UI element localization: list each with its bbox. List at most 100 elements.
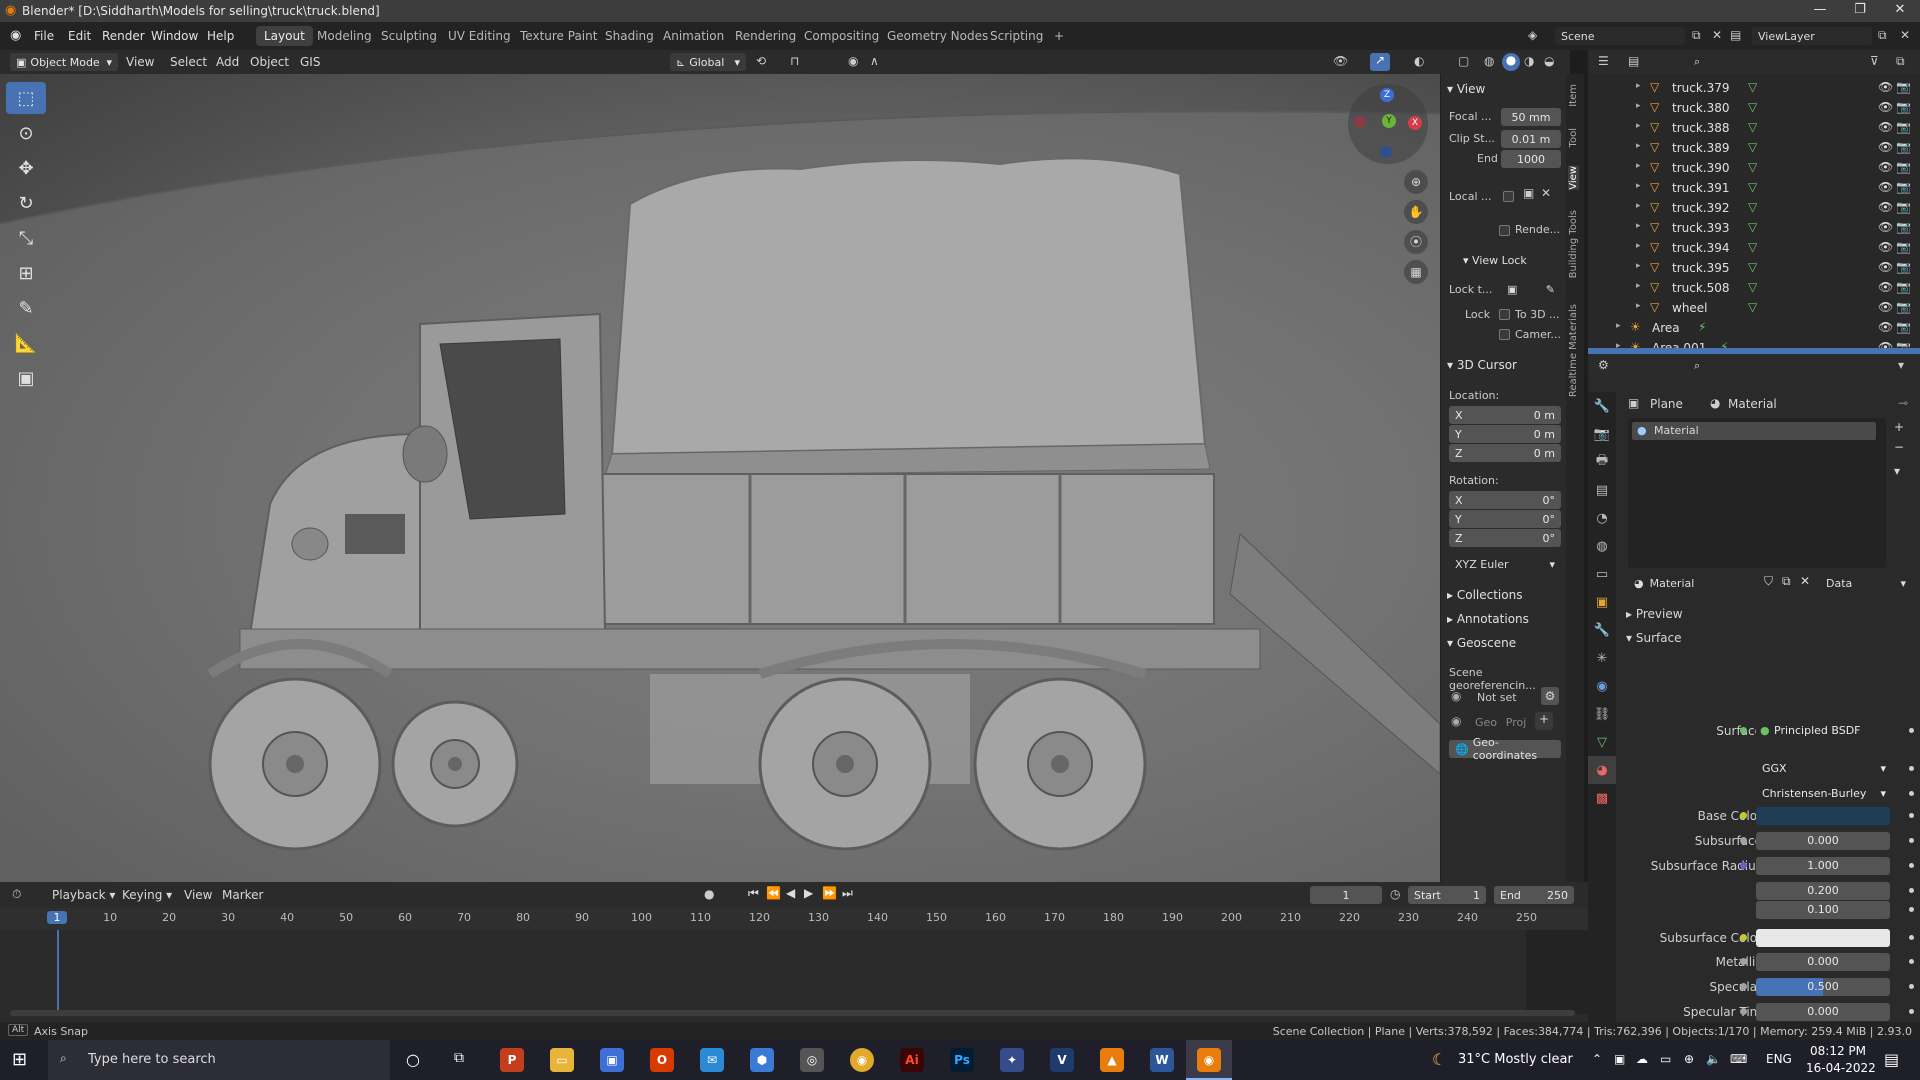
task-view-icon[interactable]: ⧉	[454, 1050, 464, 1066]
camera-render-icon[interactable]: 📷	[1896, 240, 1911, 254]
scale-tool-icon[interactable]: ⤡	[6, 222, 46, 254]
texture-properties-icon[interactable]: ▩	[1588, 784, 1616, 812]
blender-menu-icon[interactable]: ◉	[10, 28, 21, 43]
transform-tool-icon[interactable]: ⊞	[6, 257, 46, 289]
pin-icon[interactable]: ⊸	[1898, 396, 1908, 410]
taskbar-search-box[interactable]: ⌕ Type here to search	[48, 1040, 390, 1080]
pan-hand-icon[interactable]: ✋	[1404, 200, 1428, 224]
outliner-item[interactable]: ▸ ▽ truck.379 ▽ 👁 📷	[1588, 78, 1920, 98]
render-properties-icon[interactable]: 📷	[1588, 420, 1616, 448]
camera-render-icon[interactable]: 📷	[1896, 300, 1911, 314]
app-icon-4[interactable]: V	[1050, 1048, 1074, 1072]
view-layer-properties-icon[interactable]: ▤	[1588, 476, 1616, 504]
app-icon[interactable]: ⬢	[750, 1048, 774, 1072]
constraints-properties-icon[interactable]: ⛓	[1588, 700, 1616, 728]
eye-icon[interactable]: 👁	[1878, 280, 1893, 294]
clear-camera-icon[interactable]: ✕	[1541, 186, 1551, 200]
numeric-field[interactable]: 0.200	[1756, 882, 1890, 900]
keyframe-dot-icon[interactable]	[1909, 935, 1914, 940]
office-icon[interactable]: O	[650, 1048, 674, 1072]
z-axis-gizmo-icon[interactable]: Z	[1380, 88, 1394, 102]
eye-icon[interactable]: 👁	[1878, 120, 1893, 134]
menu-edit[interactable]: Edit	[68, 29, 91, 43]
tab-animation[interactable]: Animation	[655, 26, 732, 46]
illustrator-icon[interactable]: Ai	[900, 1048, 924, 1072]
eye-icon[interactable]: 👁	[1878, 300, 1893, 314]
camera-render-icon[interactable]: 📷	[1896, 220, 1911, 234]
outliner-item[interactable]: ▸ ▽ truck.389 ▽ 👁 📷	[1588, 138, 1920, 158]
link-dropdown[interactable]: Data ▾	[1820, 574, 1912, 592]
falloff-icon[interactable]: ∧	[870, 54, 879, 68]
menu-playback[interactable]: Playback ▾	[52, 888, 115, 902]
cursor-location-x-field[interactable]: X 0 m	[1449, 406, 1561, 424]
add-slot-icon[interactable]: +	[1894, 420, 1904, 434]
outliner-item[interactable]: ▸ ☀ Area ⚡ 👁 📷	[1588, 318, 1920, 338]
play-icon[interactable]: ▶	[804, 886, 813, 900]
cursor-rotation-z-field[interactable]: Z 0°	[1449, 529, 1561, 547]
keyframe-dot-icon[interactable]	[1909, 984, 1914, 989]
cursor-rotation-y-field[interactable]: Y 0°	[1449, 510, 1561, 528]
chrome-icon[interactable]: ◉	[850, 1048, 874, 1072]
tab-modeling[interactable]: Modeling	[309, 26, 380, 46]
camera-picker-icon[interactable]: ▣	[1523, 186, 1534, 200]
transform-orientation-selector[interactable]: ⊾ Global ▾	[670, 53, 746, 71]
expand-arrow-icon[interactable]: ▸	[1636, 281, 1641, 291]
camera-render-icon[interactable]: 📷	[1896, 80, 1911, 94]
new-scene-icon[interactable]: ⧉	[1692, 28, 1701, 43]
material-datablock-selector[interactable]: ◕ Material	[1628, 574, 1758, 592]
close-button[interactable]: ✕	[1880, 2, 1920, 17]
gizmo-toggle-icon[interactable]: ↗	[1370, 53, 1390, 71]
modifier-properties-icon[interactable]: 🔧	[1588, 616, 1616, 644]
select-box-tool-icon[interactable]: ⬚	[6, 82, 46, 114]
vp-menu-object[interactable]: Object	[250, 55, 289, 69]
snap-icon[interactable]: ⊓	[790, 54, 799, 68]
expand-arrow-icon[interactable]: ▸	[1636, 181, 1641, 191]
outliner-item[interactable]: ▸ ▽ truck.388 ▽ 👁 📷	[1588, 118, 1920, 138]
jump-start-icon[interactable]: ⏮	[748, 886, 759, 901]
outliner-item[interactable]: ▸ ▽ truck.392 ▽ 👁 📷	[1588, 198, 1920, 218]
proj-button[interactable]: Proj	[1501, 713, 1531, 731]
record-icon[interactable]: ●	[704, 887, 714, 901]
frame-ruler[interactable]: 1 10 20 30 40 50 60 70 80 90 100 110 120 130 140 150 160…	[0, 908, 1588, 930]
view-lock-header[interactable]: ▾ View Lock	[1463, 254, 1527, 267]
battery-icon[interactable]: ▭	[1660, 1052, 1671, 1066]
keyframe-dot-icon[interactable]	[1909, 959, 1914, 964]
keyframe-dot-icon[interactable]	[1909, 766, 1914, 771]
material-properties-icon[interactable]: ◕	[1588, 756, 1616, 784]
move-tool-icon[interactable]: ✥	[6, 152, 46, 184]
delete-view-layer-icon[interactable]: ✕	[1900, 28, 1910, 42]
plus-icon[interactable]: +	[1535, 712, 1553, 730]
keyframe-dot-icon[interactable]	[1909, 863, 1914, 868]
geo-button[interactable]: Geo	[1471, 713, 1501, 731]
expand-arrow-icon[interactable]: ▸	[1636, 81, 1641, 91]
file-explorer-icon[interactable]: ▭	[550, 1048, 574, 1072]
editor-type-icon[interactable]: ☰	[1598, 54, 1609, 68]
keyframe-dot-icon[interactable]	[1909, 728, 1914, 733]
focal-length-field[interactable]: 50 mm	[1501, 108, 1561, 126]
tab-tool[interactable]: Tool	[1568, 128, 1579, 147]
camera-render-icon[interactable]: 📷	[1896, 120, 1911, 134]
eye-icon[interactable]: 👁	[1878, 100, 1893, 114]
eye-icon[interactable]: 👁	[1878, 320, 1893, 334]
numeric-field[interactable]: 0.000	[1756, 1003, 1890, 1021]
keyframe-dot-icon[interactable]	[1909, 838, 1914, 843]
weather-icon[interactable]: ☾	[1432, 1050, 1446, 1069]
add-cube-tool-icon[interactable]: ▣	[6, 362, 46, 394]
blender-taskbar-button[interactable]: ◉	[1186, 1040, 1232, 1080]
unlink-material-icon[interactable]: ✕	[1800, 574, 1810, 588]
world-properties-icon[interactable]: ◍	[1588, 532, 1616, 560]
scene-properties-icon[interactable]: ◔	[1588, 504, 1616, 532]
current-frame-field[interactable]: 1	[1310, 886, 1382, 904]
eye-icon[interactable]: 👁	[1878, 140, 1893, 154]
next-keyframe-icon[interactable]: ⏩	[822, 886, 837, 900]
tray-chevron-icon[interactable]: ⌃	[1592, 1052, 1602, 1066]
clock-time[interactable]: 08:12 PM	[1810, 1044, 1866, 1058]
tab-geometry-nodes[interactable]: Geometry Nodes	[879, 26, 996, 46]
keyframe-dot-icon[interactable]	[1909, 888, 1914, 893]
clip-end-field[interactable]: 1000	[1501, 150, 1561, 168]
menu-render[interactable]: Render	[102, 29, 145, 43]
tab-compositing[interactable]: Compositing	[796, 26, 887, 46]
expand-arrow-icon[interactable]: ▸	[1636, 101, 1641, 111]
display-mode-icon[interactable]: ▤	[1628, 54, 1639, 68]
expand-arrow-icon[interactable]: ▸	[1636, 301, 1641, 311]
